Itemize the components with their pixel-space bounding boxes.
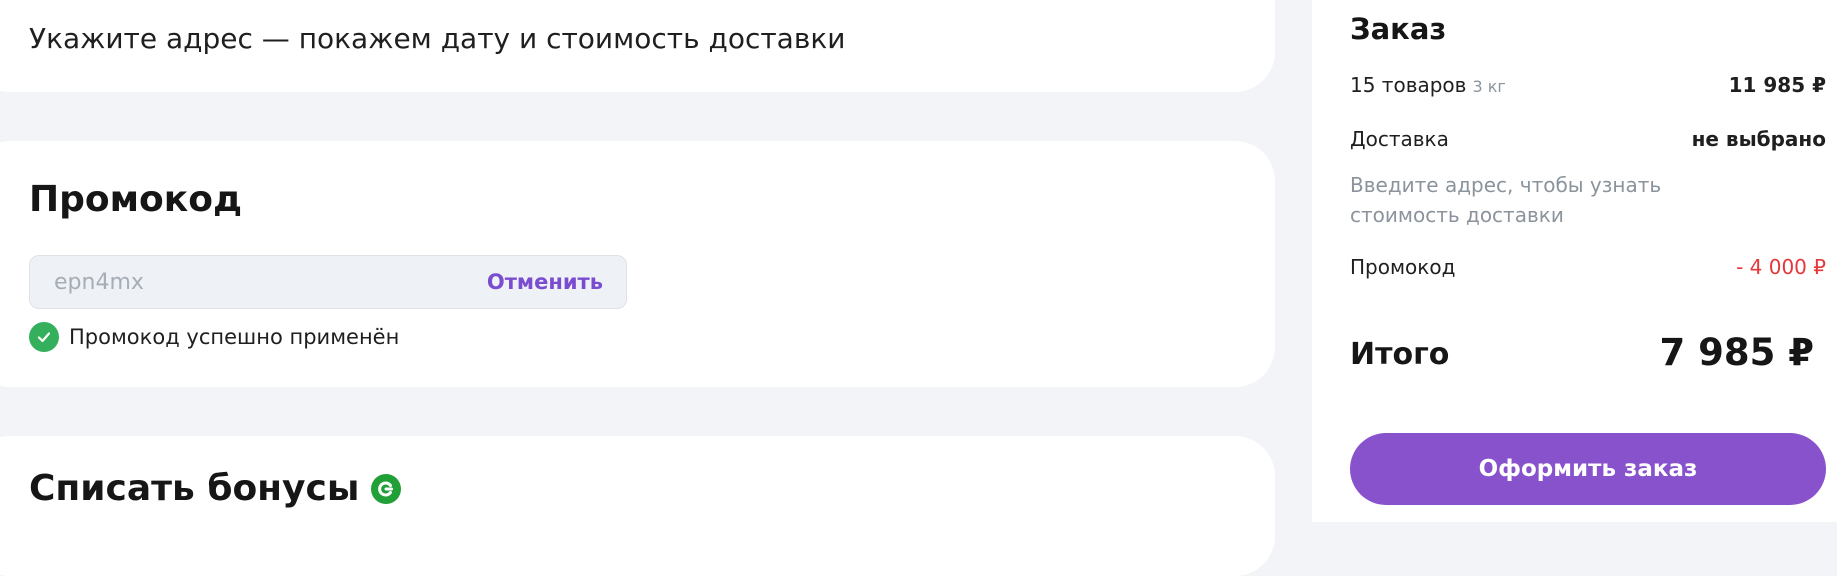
total-value: 7 985 ₽ <box>1659 331 1815 374</box>
address-prompt[interactable]: Укажите адрес — покажем дату и стоимость… <box>29 22 845 55</box>
summary-delivery-label: Доставка <box>1350 127 1449 151</box>
items-count: 15 товаров <box>1350 73 1467 97</box>
promo-card: Промокод epn4mx Отменить Промокод успешн… <box>0 141 1275 387</box>
bonus-title-text: Списать бонусы <box>29 468 360 509</box>
items-weight: 3 кг <box>1472 77 1506 96</box>
summary-items-row: 15 товаров 3 кг 11 985 ₽ <box>1350 73 1826 103</box>
total-label: Итого <box>1350 337 1450 372</box>
checkout-button[interactable]: Оформить заказ <box>1350 433 1826 505</box>
bonus-coin-icon <box>371 473 402 504</box>
delivery-hint: Введите адрес, чтобы узнать стоимость до… <box>1350 173 1662 227</box>
promo-status-text: Промокод успешно применён <box>69 325 400 349</box>
promo-status: Промокод успешно применён <box>29 322 399 352</box>
bonus-card: Списать бонусы <box>0 436 1275 576</box>
summary-promo-row: Промокод - 4 000 ₽ <box>1350 255 1826 285</box>
address-card: Укажите адрес — покажем дату и стоимость… <box>0 0 1275 92</box>
summary-items-value: 11 985 ₽ <box>1728 73 1826 97</box>
summary-delivery-row: Доставка не выбрано <box>1350 127 1826 157</box>
summary-promo-value: - 4 000 ₽ <box>1736 255 1826 279</box>
promo-input[interactable]: epn4mx Отменить <box>29 255 627 309</box>
promo-code-value: epn4mx <box>54 270 144 295</box>
summary-promo-label: Промокод <box>1350 255 1456 279</box>
bonus-title: Списать бонусы <box>29 468 402 509</box>
summary-title: Заказ <box>1350 12 1447 46</box>
summary-items-label: 15 товаров 3 кг <box>1350 73 1506 97</box>
promo-title: Промокод <box>29 179 243 220</box>
order-summary: Заказ 15 товаров 3 кг 11 985 ₽ Доставка н… <box>1312 0 1837 522</box>
promo-cancel-button[interactable]: Отменить <box>487 270 603 294</box>
check-icon <box>29 322 59 352</box>
summary-delivery-value: не выбрано <box>1691 127 1826 151</box>
